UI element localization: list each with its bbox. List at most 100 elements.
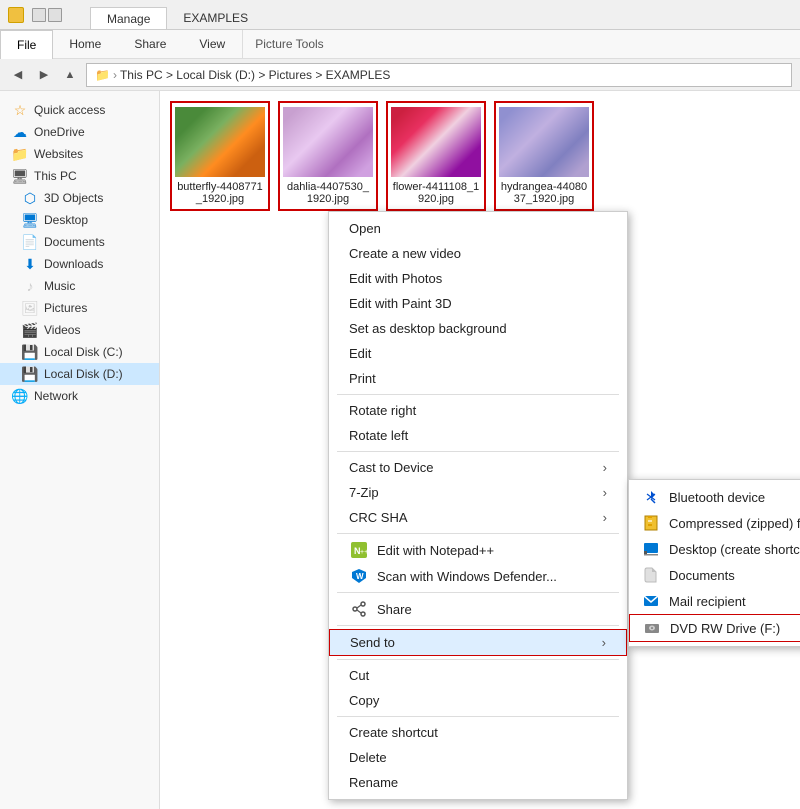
ctx-separator-2 xyxy=(337,451,619,452)
send-to-submenu: Bluetooth device Compressed (zipped) fol… xyxy=(628,479,800,647)
sub-desktop-shortcut[interactable]: Desktop (create shortcut) xyxy=(629,536,800,562)
sidebar-item-quick-access[interactable]: ☆ Quick access xyxy=(0,99,159,121)
thumbnail-image xyxy=(391,107,481,177)
sidebar-item-documents[interactable]: 📄 Documents xyxy=(0,231,159,253)
star-icon: ☆ xyxy=(12,102,28,118)
file-thumbnail xyxy=(175,107,265,177)
sidebar-item-network[interactable]: 🌐 Network xyxy=(0,385,159,407)
ctx-create-video[interactable]: Create a new video xyxy=(329,241,627,266)
file-item-hydrangea[interactable]: hydrangea-4408037_1920.jpg xyxy=(494,101,594,211)
disk-d-icon: 💾 xyxy=(22,366,38,382)
ctx-rotate-right[interactable]: Rotate right xyxy=(329,398,627,423)
tab-home[interactable]: Home xyxy=(53,30,118,58)
sidebar-item-pictures[interactable]: 🖼 Pictures xyxy=(0,297,159,319)
file-name: hydrangea-4408037_1920.jpg xyxy=(500,181,588,205)
sidebar: ☆ Quick access ☁ OneDrive 📁 Websites 🖥 T… xyxy=(0,91,160,809)
folder-icon: 📁 xyxy=(12,146,28,162)
sidebar-item-3d-objects[interactable]: ⬡ 3D Objects xyxy=(0,187,159,209)
tab-share[interactable]: Share xyxy=(118,30,183,58)
submenu-arrow: › xyxy=(603,460,607,475)
zip-icon xyxy=(641,515,661,531)
cloud-icon: ☁ xyxy=(12,124,28,140)
sidebar-item-onedrive[interactable]: ☁ OneDrive xyxy=(0,121,159,143)
file-name: butterfly-4408771_1920.jpg xyxy=(176,181,264,205)
maximize-icon[interactable] xyxy=(48,8,62,22)
ctx-open[interactable]: Open xyxy=(329,216,627,241)
examples-tab: EXAMPLES xyxy=(167,7,264,29)
ctx-scan-defender[interactable]: W Scan with Windows Defender... xyxy=(329,563,627,589)
defender-icon: W xyxy=(349,568,369,584)
ctx-7zip[interactable]: 7-Zip › xyxy=(329,480,627,505)
context-menu: Open Create a new video Edit with Photos… xyxy=(328,211,628,800)
dvd-icon xyxy=(642,620,662,636)
download-icon: ⬇ xyxy=(22,256,38,272)
sidebar-item-local-disk-c[interactable]: 💾 Local Disk (C:) xyxy=(0,341,159,363)
share-icon xyxy=(349,601,369,617)
file-thumbnail xyxy=(499,107,589,177)
window-controls xyxy=(32,8,62,22)
sidebar-item-music[interactable]: ♪ Music xyxy=(0,275,159,297)
sub-documents[interactable]: Documents xyxy=(629,562,800,588)
file-grid: butterfly-4408771_1920.jpg dahlia-440753… xyxy=(160,91,800,221)
ctx-print[interactable]: Print xyxy=(329,366,627,391)
ctx-cast-device[interactable]: Cast to Device › xyxy=(329,455,627,480)
ctx-copy[interactable]: Copy xyxy=(329,688,627,713)
ctx-create-shortcut[interactable]: Create shortcut xyxy=(329,720,627,745)
mail-icon xyxy=(641,593,661,609)
ctx-separator-3 xyxy=(337,533,619,534)
thumbnail-image xyxy=(499,107,589,177)
address-bar: ◀ ▶ ▲ 📁 › This PC > Local Disk (D:) > Pi… xyxy=(0,59,800,91)
ctx-cut[interactable]: Cut xyxy=(329,663,627,688)
file-name: flower-4411108_1920.jpg xyxy=(392,181,480,205)
ribbon: File Home Share View Picture Tools xyxy=(0,30,800,59)
ctx-share[interactable]: Share xyxy=(329,596,627,622)
ctx-rotate-left[interactable]: Rotate left xyxy=(329,423,627,448)
sub-bluetooth[interactable]: Bluetooth device xyxy=(629,484,800,510)
sub-zip-folder[interactable]: Compressed (zipped) folder xyxy=(629,510,800,536)
file-item-flower[interactable]: flower-4411108_1920.jpg xyxy=(386,101,486,211)
ctx-separator-5 xyxy=(337,625,619,626)
documents-folder-icon xyxy=(641,567,661,583)
file-thumbnail xyxy=(283,107,373,177)
back-button[interactable]: ◀ xyxy=(8,65,28,85)
address-path[interactable]: 📁 › This PC > Local Disk (D:) > Pictures… xyxy=(86,63,792,87)
network-icon: 🌐 xyxy=(12,388,28,404)
ctx-edit-paint3d[interactable]: Edit with Paint 3D xyxy=(329,291,627,316)
up-button[interactable]: ▲ xyxy=(60,65,80,85)
sub-mail-recipient[interactable]: Mail recipient xyxy=(629,588,800,614)
ctx-separator-4 xyxy=(337,592,619,593)
forward-button[interactable]: ▶ xyxy=(34,65,54,85)
manage-tab[interactable]: Manage xyxy=(90,7,167,29)
thumbnail-image xyxy=(283,107,373,177)
file-item-dahlia[interactable]: dahlia-4407530_1920.jpg xyxy=(278,101,378,211)
ctx-rename[interactable]: Rename xyxy=(329,770,627,795)
sidebar-item-local-disk-d[interactable]: 💾 Local Disk (D:) xyxy=(0,363,159,385)
monitor-icon: 🖥 xyxy=(12,168,28,184)
ctx-send-to[interactable]: Send to › xyxy=(329,629,627,656)
sidebar-item-desktop[interactable]: 🖥 Desktop xyxy=(0,209,159,231)
ctx-edit-notepad[interactable]: N ++ Edit with Notepad++ xyxy=(329,537,627,563)
title-bar-left xyxy=(0,0,70,29)
sidebar-item-videos[interactable]: 🎬 Videos xyxy=(0,319,159,341)
minimize-icon[interactable] xyxy=(32,8,46,22)
sidebar-item-downloads[interactable]: ⬇ Downloads xyxy=(0,253,159,275)
desktop-icon: 🖥 xyxy=(22,212,38,228)
sidebar-item-websites[interactable]: 📁 Websites xyxy=(0,143,159,165)
ctx-crc-sha[interactable]: CRC SHA › xyxy=(329,505,627,530)
music-icon: ♪ xyxy=(22,278,38,294)
ctx-delete[interactable]: Delete xyxy=(329,745,627,770)
sub-dvd-drive[interactable]: DVD RW Drive (F:) xyxy=(629,614,800,642)
3d-icon: ⬡ xyxy=(22,190,38,206)
svg-text:W: W xyxy=(356,572,364,581)
tab-view[interactable]: View xyxy=(183,30,242,58)
sidebar-item-this-pc[interactable]: 🖥 This PC xyxy=(0,165,159,187)
tab-file[interactable]: File xyxy=(0,30,53,59)
file-thumbnail xyxy=(391,107,481,177)
submenu-arrow: › xyxy=(603,485,607,500)
file-item-butterfly[interactable]: butterfly-4408771_1920.jpg xyxy=(170,101,270,211)
ctx-set-desktop-bg[interactable]: Set as desktop background xyxy=(329,316,627,341)
app-icon xyxy=(8,7,24,23)
ctx-edit[interactable]: Edit xyxy=(329,341,627,366)
submenu-arrow: › xyxy=(603,510,607,525)
ctx-edit-photos[interactable]: Edit with Photos xyxy=(329,266,627,291)
